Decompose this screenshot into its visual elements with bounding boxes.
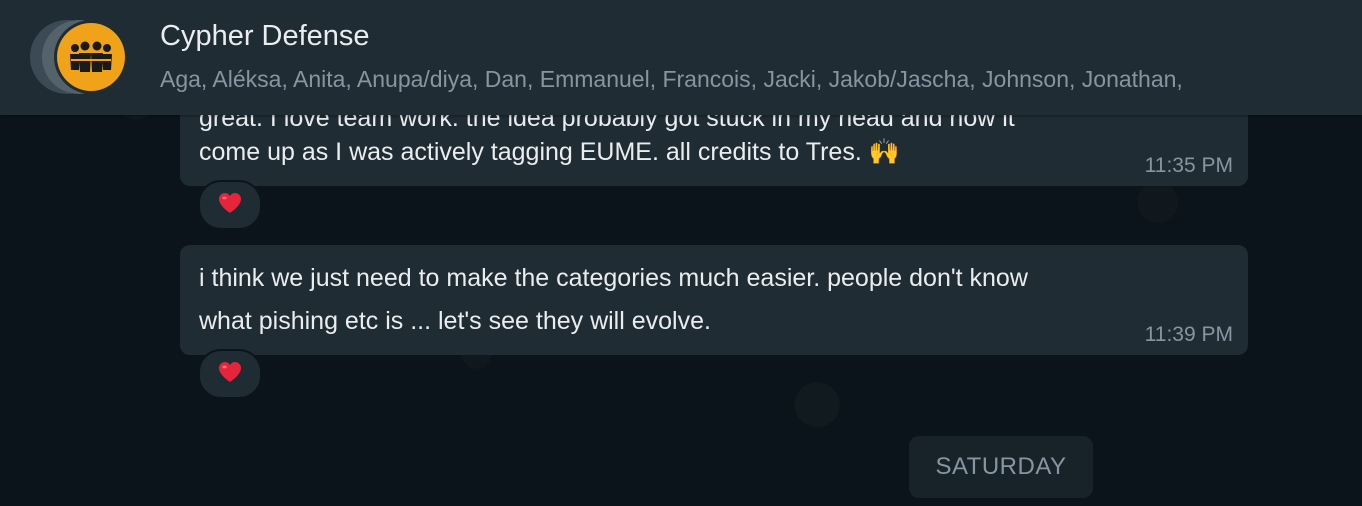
chat-title[interactable]: Cypher Defense [160, 20, 370, 53]
message-time: 11:39 PM [1144, 323, 1233, 346]
message-time: 11:35 PM [1144, 154, 1233, 177]
group-avatar-icon [57, 23, 125, 91]
message-reaction[interactable] [198, 349, 262, 399]
message-text: what pishing etc is ... let's see they w… [199, 307, 711, 335]
group-avatar-stack[interactable] [30, 20, 130, 94]
group-avatar[interactable] [54, 20, 128, 94]
chat-header[interactable]: Cypher Defense Aga, Aléksa, Anita, Anupa… [0, 0, 1362, 115]
message-text: i think we just need to make the categor… [199, 264, 1028, 292]
heart-icon [217, 191, 243, 220]
message-reaction[interactable] [198, 180, 262, 230]
message-bubble[interactable]: i think we just need to make the categor… [180, 245, 1248, 355]
heart-icon [217, 360, 243, 389]
message-text: come up as I was actively tagging EUME. … [199, 138, 900, 166]
group-members[interactable]: Aga, Aléksa, Anita, Anupa/diya, Dan, Emm… [160, 66, 1355, 93]
date-divider: SATURDAY [909, 436, 1093, 498]
